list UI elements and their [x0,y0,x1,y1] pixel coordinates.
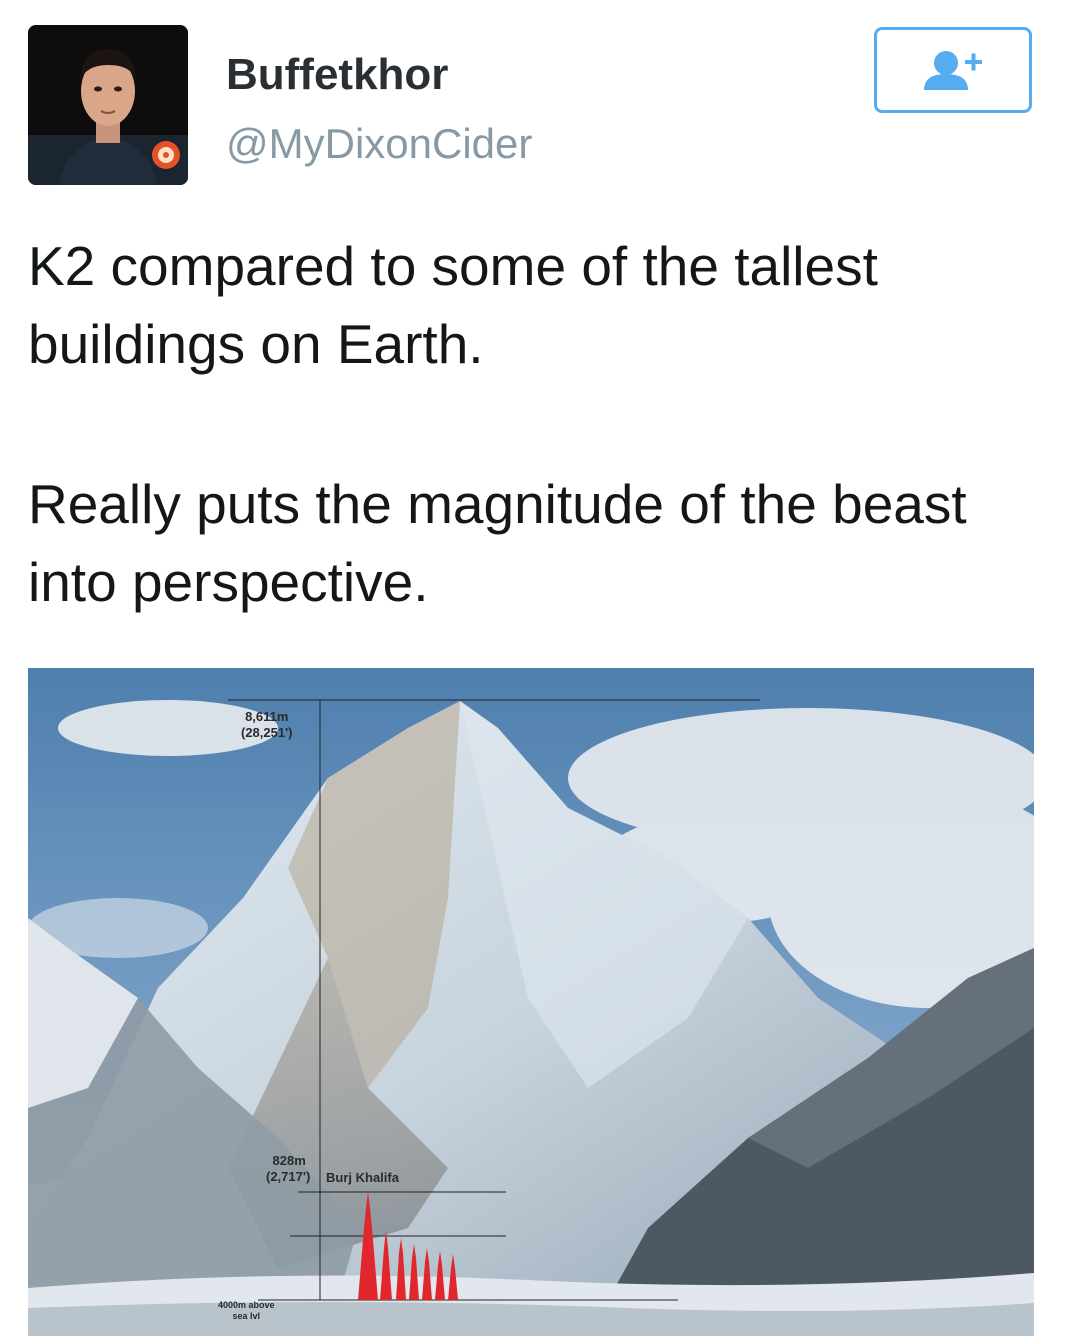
avatar[interactable] [28,25,188,185]
burj-height-feet: (2,717') [266,1169,311,1184]
add-user-icon [924,51,982,90]
k2-comparison-image [28,668,1034,1336]
burj-height-meters: 828m [272,1153,306,1168]
base-elevation-line-2: sea lvl [232,1311,261,1321]
avatar-image [28,25,188,185]
tweet-image[interactable]: 8,611m (28,251') 828m (2,717') Burj Khal… [28,668,1034,1336]
k2-height-feet: (28,251') [241,725,293,740]
k2-height-meters: 8,611m [245,709,289,724]
follow-button[interactable] [874,27,1032,113]
display-name[interactable]: Buffetkhor [226,50,448,100]
burj-khalifa-label: Burj Khalifa [326,1170,399,1185]
tweet-text-second-paragraph: Really puts the magnitude of the beast i… [28,473,967,613]
base-elevation-label: 4000m above sea lvl [218,1300,275,1322]
k2-height-label: 8,611m (28,251') [241,709,293,741]
base-elevation-line-1: 4000m above [218,1300,275,1310]
user-handle[interactable]: @MyDixonCider [226,120,532,168]
tweet-text: K2 compared to some of the tallest build… [28,235,878,375]
burj-height-label: 828m (2,717') [266,1153,310,1185]
